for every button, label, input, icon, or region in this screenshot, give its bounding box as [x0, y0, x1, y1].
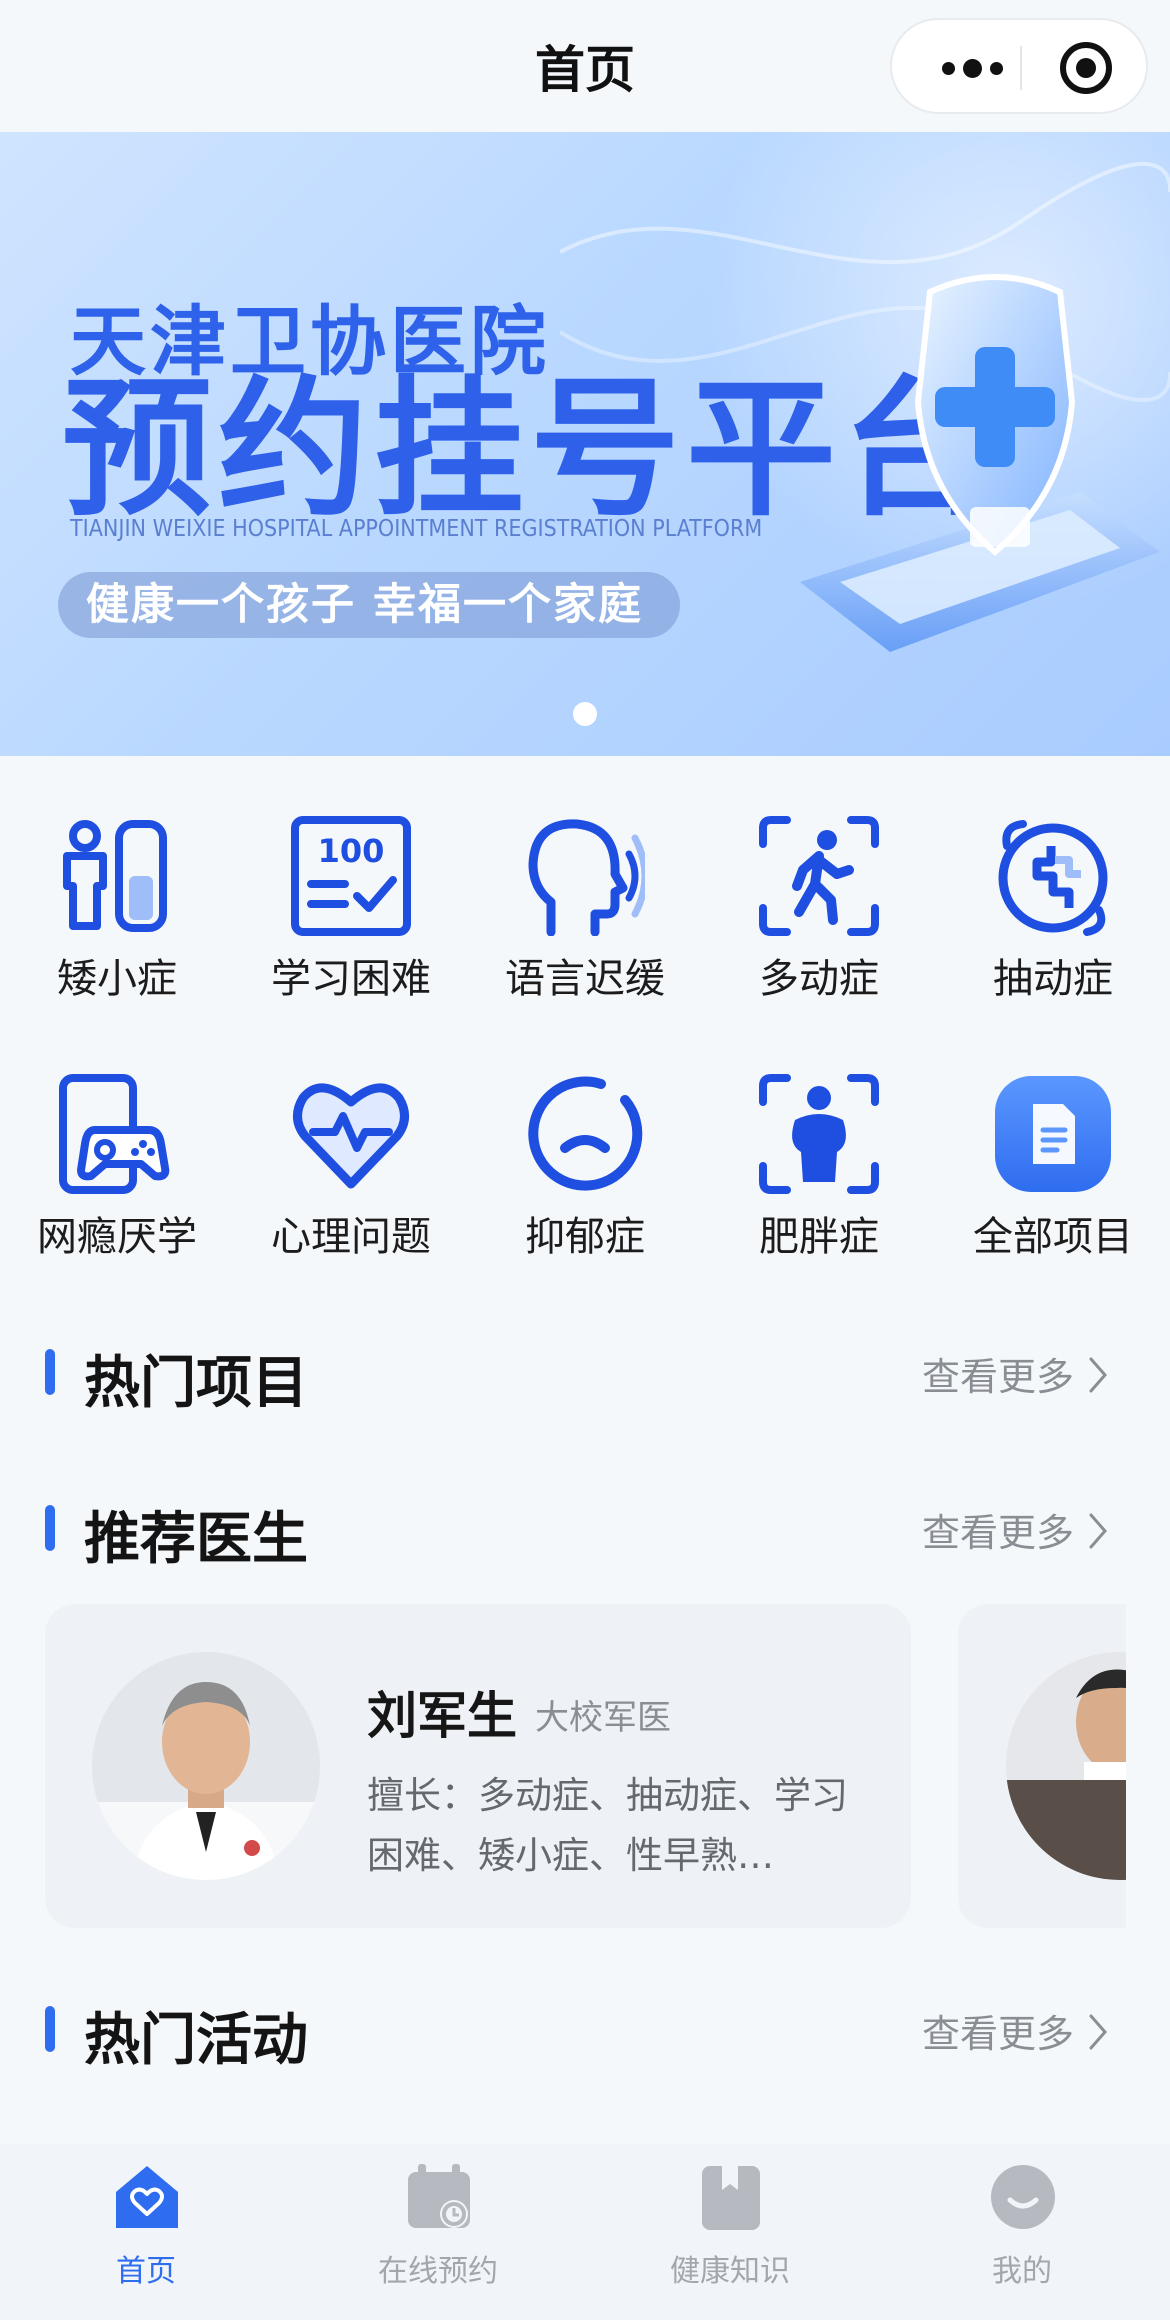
- category-label: 肥胖症: [759, 1214, 879, 1260]
- category-depression[interactable]: 抑郁症: [468, 1074, 702, 1294]
- category-label: 心理问题: [271, 1214, 431, 1260]
- body-scan-icon: [759, 1074, 879, 1194]
- banner-english: TIANJIN WEIXIE HOSPITAL APPOINTMENT REGI…: [70, 516, 763, 542]
- section-hot-projects: 热门项目 查看更多: [0, 1330, 1170, 1416]
- category-label: 抽动症: [993, 956, 1113, 1002]
- category-language-delay[interactable]: 语言迟缓: [468, 816, 702, 1036]
- speaking-head-icon: [528, 819, 645, 936]
- navigation-bar: 首页: [0, 0, 1170, 132]
- category-learning-difficulty[interactable]: 100 学习困难: [234, 816, 468, 1036]
- twitch-icon: [998, 820, 1108, 936]
- svg-text:100: 100: [318, 832, 385, 870]
- banner-slogan: 健康一个孩子 幸福一个家庭: [58, 572, 680, 638]
- category-adhd[interactable]: 多动症: [702, 816, 936, 1036]
- category-label: 网瘾厌学: [37, 1214, 197, 1260]
- heart-pulse-icon: [293, 1083, 409, 1189]
- doctor-name: 刘军生: [367, 1687, 517, 1745]
- view-more-link[interactable]: 查看更多: [922, 1502, 1074, 1557]
- smile-face-icon: [991, 2165, 1055, 2229]
- doctor-avatar: [92, 1652, 320, 1880]
- category-tic-disorder[interactable]: 抽动症: [936, 816, 1170, 1036]
- category-internet-addiction[interactable]: 网瘾厌学: [0, 1074, 234, 1294]
- doctor-specialty: 擅长：多动症、抽动症、学习困难、矮小症、性早熟…: [367, 1774, 848, 1877]
- tab-mine[interactable]: 我的: [876, 2162, 1168, 2302]
- category-short-stature[interactable]: 矮小症: [0, 816, 234, 1036]
- section-recommended-doctors: 推荐医生 查看更多: [0, 1486, 1170, 1572]
- banner-pagination-dot[interactable]: [573, 702, 597, 726]
- category-label: 多动症: [759, 956, 879, 1002]
- book-icon: [702, 2166, 760, 2230]
- doctor-card[interactable]: 刘军生 大校军医 擅长：多动症、抽动症、学习困难、矮小症、性早熟…: [45, 1604, 911, 1928]
- more-dots-icon[interactable]: [928, 40, 1016, 96]
- doctor-avatar: [1006, 1652, 1126, 1880]
- calendar-clock-icon: [408, 2164, 470, 2228]
- medical-shield-icon: [800, 274, 1160, 652]
- target-circle-icon[interactable]: [1058, 40, 1114, 96]
- view-more-link[interactable]: 查看更多: [922, 2003, 1074, 2058]
- chevron-right-icon[interactable]: [1088, 2013, 1108, 2051]
- tab-online-booking[interactable]: 在线预约: [292, 2162, 584, 2302]
- category-label: 全部项目: [973, 1214, 1133, 1260]
- section-accent-bar: [45, 2006, 55, 2052]
- tab-home[interactable]: 首页: [0, 2162, 292, 2302]
- section-accent-bar: [45, 1349, 55, 1395]
- section-accent-bar: [45, 1505, 55, 1551]
- section-hot-events: 热门活动 查看更多: [0, 1987, 1170, 2073]
- tab-label: 首页: [116, 2254, 176, 2289]
- tab-health-knowledge[interactable]: 健康知识: [584, 2162, 876, 2302]
- chevron-right-icon[interactable]: [1088, 1356, 1108, 1394]
- phone-gamepad-icon: [59, 1074, 170, 1194]
- tab-label: 在线预约: [378, 2254, 498, 2289]
- section-title: 热门项目: [84, 1351, 308, 1416]
- category-label: 抑郁症: [525, 1214, 645, 1260]
- category-grid: 矮小症 100 学习困难 语言迟缓 多动症 抽动症 网瘾厌学 心理问题 抑郁症 …: [0, 756, 1170, 1276]
- category-obesity[interactable]: 肥胖症: [702, 1074, 936, 1294]
- capsule-divider: [1020, 46, 1022, 90]
- category-all-projects[interactable]: 全部项目: [936, 1074, 1170, 1294]
- doctor-card-next[interactable]: [958, 1604, 1126, 1928]
- tab-label: 健康知识: [670, 2254, 790, 2289]
- category-psychological[interactable]: 心理问题: [234, 1074, 468, 1294]
- section-title: 热门活动: [84, 2008, 308, 2073]
- section-title: 推荐医生: [84, 1507, 308, 1572]
- height-chart-icon: [63, 820, 167, 932]
- category-label: 语言迟缓: [505, 956, 665, 1002]
- doctor-rank: 大校军医: [535, 1698, 671, 1738]
- bottom-tab-bar: 首页 在线预约 健康知识 我的: [0, 2144, 1170, 2320]
- category-label: 学习困难: [271, 956, 431, 1002]
- chevron-right-icon[interactable]: [1088, 1512, 1108, 1550]
- view-more-link[interactable]: 查看更多: [922, 1346, 1074, 1401]
- tab-label: 我的: [992, 2254, 1052, 2289]
- test-paper-icon: 100: [291, 816, 411, 936]
- document-icon: [995, 1076, 1111, 1192]
- hero-banner[interactable]: 天津卫协医院 预约挂号平台 TIANJIN WEIXIE HOSPITAL AP…: [0, 132, 1170, 756]
- sad-face-icon: [528, 1076, 643, 1191]
- miniprogram-capsule: [890, 18, 1148, 114]
- category-label: 矮小症: [57, 956, 177, 1002]
- home-heart-icon: [116, 2166, 178, 2228]
- running-person-icon: [759, 816, 879, 936]
